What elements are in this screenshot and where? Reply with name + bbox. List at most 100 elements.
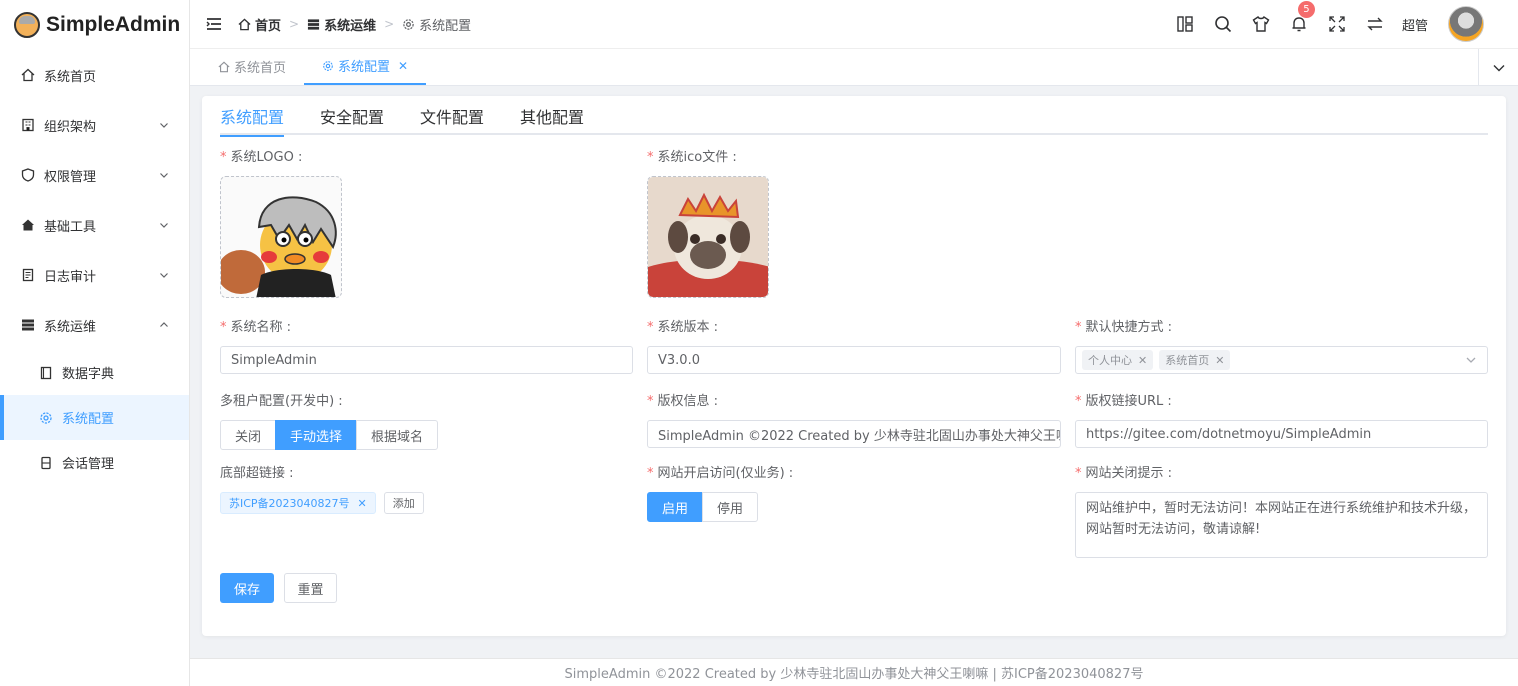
config-card: 系统配置 安全配置 文件配置 其他配置 * 系统LOGO : * 系统ico文件… <box>202 96 1506 636</box>
shortcut-select[interactable]: 个人中心 ✕ 系统首页 ✕ <box>1075 346 1488 374</box>
breadcrumb-label: 系统配置 <box>419 18 472 34</box>
site-open-disable[interactable]: 停用 <box>702 492 759 522</box>
tenant-label: 多租户配置(开发中) : <box>220 394 343 409</box>
copyright-url-field: * 版权链接URL : https://gitee.com/dotnetmoyu/… <box>1075 392 1488 448</box>
logo-image <box>221 196 337 297</box>
sidebar-item-label: 数据字典 <box>62 367 115 382</box>
search-button[interactable] <box>1204 0 1242 48</box>
tab-file-config[interactable]: 文件配置 <box>420 96 484 135</box>
site-open-enable[interactable]: 启用 <box>647 492 704 522</box>
switch-button[interactable] <box>1356 0 1394 48</box>
sidebar-item-org[interactable]: 组织架构 <box>0 100 189 150</box>
sidebar-item-label: 日志审计 <box>44 269 97 285</box>
chevron-down-icon <box>160 223 168 228</box>
app-root: SimpleAdmin 系统首页 组织架构 权限管理 基础工具 日志审计 系统运… <box>0 0 1518 686</box>
tenant-option-manual[interactable]: 手动选择 <box>275 420 358 450</box>
user-name[interactable]: 超管 <box>1402 15 1428 34</box>
sidebar-item-session[interactable]: 会话管理 <box>0 440 189 485</box>
breadcrumb-home[interactable]: 首页 <box>238 15 281 34</box>
tab-other-config[interactable]: 其他配置 <box>520 96 584 135</box>
close-icon[interactable]: ✕ <box>1138 354 1147 367</box>
sidebar-item-home[interactable]: 系统首页 <box>0 50 189 100</box>
fullscreen-button[interactable] <box>1318 0 1356 48</box>
sidebar-submenu-ops: 数据字典 系统配置 会话管理 <box>0 350 189 485</box>
app-title: SimpleAdmin <box>46 13 181 36</box>
menu-toggle-button[interactable] <box>190 0 238 48</box>
sidebar-item-label: 系统配置 <box>62 412 115 427</box>
sidebar-item-label: 权限管理 <box>44 169 97 185</box>
reset-button[interactable]: 重置 <box>284 573 337 603</box>
tab-system-config[interactable]: 系统配置 <box>220 96 285 137</box>
gear-icon <box>323 60 333 71</box>
chevron-down-icon <box>160 123 168 128</box>
logo-upload[interactable] <box>220 176 342 298</box>
server-icon <box>308 18 320 30</box>
theme-button[interactable] <box>1242 0 1280 48</box>
document-icon <box>20 267 36 283</box>
layout-icon <box>1177 16 1193 32</box>
select-tag: 系统首页 ✕ <box>1159 350 1231 370</box>
sidebar-item-label: 会话管理 <box>62 457 115 472</box>
tab-system-config[interactable]: 系统配置 ✕ <box>304 48 427 85</box>
site-closed-textarea[interactable]: 网站维护中，暂时无法访问！本网站正在进行系统维护和技术升级，网站暂时无法访问，敬… <box>1075 492 1488 558</box>
logo-field: * 系统LOGO : <box>220 148 342 298</box>
shield-icon <box>20 167 36 183</box>
ico-field: * 系统ico文件 : <box>647 148 769 298</box>
avatar[interactable] <box>1448 6 1484 42</box>
tab-security-config[interactable]: 安全配置 <box>320 96 384 135</box>
logo-label: * 系统LOGO : <box>220 150 303 165</box>
sidebar-item-label: 组织架构 <box>44 119 97 135</box>
copyright-input[interactable]: SimpleAdmin ©2022 Created by 少林寺驻北固山办事处大… <box>647 420 1061 448</box>
config-tabs: 系统配置 安全配置 文件配置 其他配置 <box>220 96 1488 137</box>
notification-button[interactable]: 5 <box>1280 0 1318 48</box>
sidebar-item-dict[interactable]: 数据字典 <box>0 350 189 395</box>
sidebar-item-label: 系统运维 <box>44 319 97 335</box>
breadcrumb-label: 系统运维 <box>324 18 377 34</box>
tab-home[interactable]: 系统首页 <box>200 48 304 85</box>
chevron-up-icon <box>160 322 168 327</box>
tab-label: 系统首页 <box>234 61 287 76</box>
sidebar-item-label: 系统首页 <box>44 69 97 85</box>
copyright-url-label: * 版权链接URL : <box>1075 394 1172 409</box>
label-text: 系统LOGO : <box>230 150 303 165</box>
tenant-option-off[interactable]: 关闭 <box>220 420 277 450</box>
ico-image <box>648 177 768 297</box>
shortcut-field: * 默认快捷方式 : 个人中心 ✕ 系统首页 ✕ <box>1075 318 1488 374</box>
sidebar-item-config[interactable]: 系统配置 <box>0 395 189 440</box>
house-filled-icon <box>20 217 36 233</box>
save-button[interactable]: 保存 <box>220 573 274 603</box>
close-icon[interactable]: ✕ <box>1215 354 1224 367</box>
site-closed-field: * 网站关闭提示 : 网站维护中，暂时无法访问！本网站正在进行系统维护和技术升级，… <box>1075 464 1488 558</box>
copyright-label: * 版权信息 : <box>647 394 719 409</box>
logo-icon <box>14 12 40 38</box>
chevron-down-icon <box>160 173 168 178</box>
layout-button[interactable] <box>1166 0 1204 48</box>
home-icon <box>20 67 36 83</box>
logo[interactable]: SimpleAdmin <box>0 0 189 50</box>
tab-label: 系统配置 <box>338 60 391 75</box>
sidebar-item-ops[interactable]: 系统运维 <box>0 300 189 350</box>
close-icon[interactable]: ✕ <box>358 497 367 510</box>
add-link-button[interactable]: 添加 <box>383 492 424 514</box>
ico-upload[interactable] <box>647 176 769 298</box>
close-icon[interactable]: ✕ <box>398 59 408 73</box>
sidebar-item-label: 基础工具 <box>44 219 97 235</box>
system-version-input[interactable]: V3.0.0 <box>647 346 1061 374</box>
home-icon <box>218 61 230 72</box>
system-name-input[interactable]: SimpleAdmin <box>220 346 633 374</box>
site-closed-label: * 网站关闭提示 : <box>1075 466 1173 481</box>
hamburger-icon <box>206 18 221 30</box>
switch-icon <box>1367 17 1383 31</box>
page-footer: SimpleAdmin ©2022 Created by 少林寺驻北固山办事处大… <box>190 658 1518 686</box>
label-text: 网站开启访问(仅业务) : <box>657 466 794 481</box>
footer-link-tag[interactable]: 苏ICP备2023040827号 ✕ <box>220 492 376 514</box>
chevron-down-icon <box>1466 357 1476 363</box>
tabs-dropdown-button[interactable] <box>1478 49 1518 86</box>
sidebar-item-audit[interactable]: 日志审计 <box>0 250 189 300</box>
tenant-option-domain[interactable]: 根据域名 <box>356 420 439 450</box>
copyright-url-input[interactable]: https://gitee.com/dotnetmoyu/SimpleAdmin <box>1075 420 1488 448</box>
sidebar-menu: 系统首页 组织架构 权限管理 基础工具 日志审计 系统运维 数据字典 系统配置 … <box>0 50 189 485</box>
sidebar-item-permission[interactable]: 权限管理 <box>0 150 189 200</box>
sidebar-item-tools[interactable]: 基础工具 <box>0 200 189 250</box>
breadcrumb-ops[interactable]: 系统运维 <box>307 15 376 34</box>
